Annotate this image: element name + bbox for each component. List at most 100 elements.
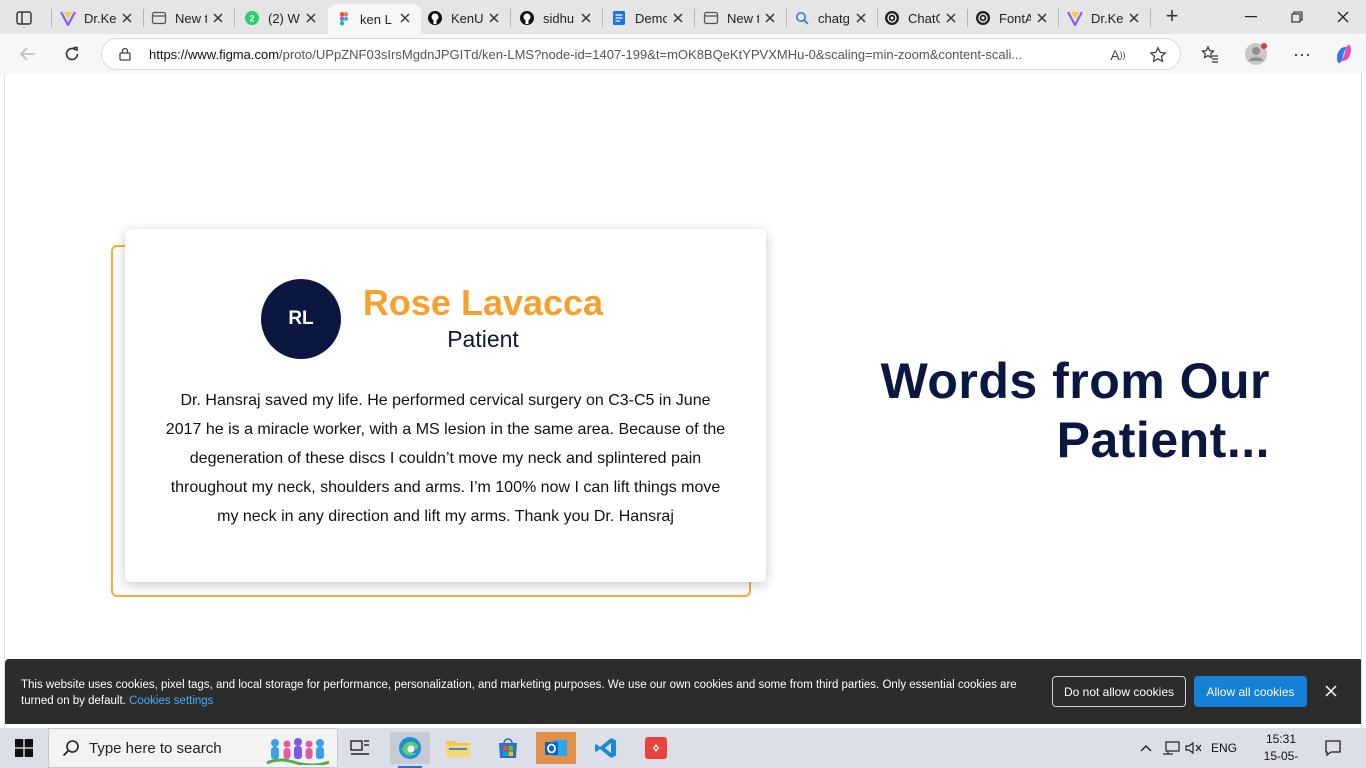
browser-tab[interactable]: sidhu [511, 4, 602, 32]
cookie-settings-link[interactable]: Cookies settings [129, 695, 213, 707]
new-tab-icon [151, 10, 167, 26]
search-icon [794, 10, 810, 26]
patient-avatar: RL [261, 279, 341, 359]
allow-cookies-button[interactable]: Allow all cookies [1194, 676, 1307, 707]
tab-separator [234, 9, 235, 27]
tab-title: KenUs [451, 10, 483, 26]
deny-cookies-button[interactable]: Do not allow cookies [1052, 676, 1186, 707]
browser-tab[interactable]: Dr.Ken [52, 4, 143, 32]
search-highlight-image [265, 735, 331, 767]
more-options-icon[interactable]: ··· [1290, 42, 1314, 66]
edge-taskbar-icon[interactable] [390, 732, 430, 768]
openai-icon [975, 10, 991, 26]
lock-icon[interactable] [118, 47, 132, 61]
close-tab-icon[interactable] [1126, 10, 1142, 26]
search-placeholder: Type here to search [89, 739, 222, 757]
read-aloud-icon[interactable]: A)) [1108, 45, 1128, 65]
whatsapp-icon: 2 [244, 10, 260, 26]
close-tab-icon[interactable] [762, 10, 778, 26]
tab-title: New tab [727, 10, 759, 26]
section-heading-line-1: Words from Our [880, 353, 1270, 409]
tab-title: chatgpt [818, 10, 850, 26]
close-tab-icon[interactable] [397, 10, 413, 26]
url-host: https://www.figma.com [149, 47, 280, 62]
outlook-icon[interactable] [536, 732, 576, 764]
browser-tab[interactable]: KenUs [419, 4, 510, 32]
section-heading-line-2: Patient... [1056, 412, 1270, 468]
new-tab-button[interactable]: + [1160, 5, 1184, 29]
openai-icon [884, 10, 900, 26]
browser-tab[interactable]: Demo [603, 4, 694, 32]
browser-tab[interactable]: ChatGPT [876, 4, 967, 32]
system-clock[interactable]: 15:31 15-05-2025 [1252, 731, 1310, 768]
svg-text:2: 2 [249, 14, 254, 24]
close-tab-icon[interactable] [119, 10, 135, 26]
new-tab-icon [703, 10, 719, 26]
network-icon[interactable] [1160, 728, 1182, 768]
section-heading: Words from Our Patient... [765, 352, 1270, 470]
tab-title: New tab [175, 10, 207, 26]
tab-title: Dr.Ken [84, 10, 116, 26]
git-app-icon[interactable] [636, 732, 676, 764]
close-icon[interactable] [1321, 681, 1341, 701]
restore-button[interactable] [1274, 4, 1320, 30]
tab-actions-icon[interactable] [8, 6, 40, 30]
browser-tab[interactable]: 2 (2) WhatsApp [236, 4, 327, 32]
windows-taskbar: Type here to search ENG 15:31 15-05- [0, 728, 1366, 768]
tab-title: Dr.Ken [1091, 10, 1123, 26]
tab-title: (2) WhatsApp [268, 10, 300, 26]
patient-name: Rose Lavacca [362, 282, 604, 323]
windows-start-icon[interactable] [0, 728, 48, 768]
browser-toolbar: https://www.figma.com/proto/UPpZNF03sIrs… [0, 34, 1366, 74]
close-tab-icon[interactable] [943, 10, 959, 26]
browser-tab[interactable]: FontAwesome [967, 4, 1058, 32]
github-icon [519, 10, 535, 26]
close-tab-icon[interactable] [486, 10, 502, 26]
show-hidden-icons-icon[interactable] [1137, 728, 1155, 768]
volume-muted-icon[interactable] [1184, 728, 1204, 768]
close-tab-icon[interactable] [578, 10, 594, 26]
url-text[interactable]: https://www.figma.com/proto/UPpZNF03sIrs… [149, 47, 1099, 62]
minimize-button[interactable] [1228, 4, 1274, 30]
page-viewport: RL Rose Lavacca Patient Dr. Hansraj save… [4, 74, 1362, 728]
copilot-icon[interactable] [1332, 42, 1356, 66]
tab-title: FontAwesome [999, 10, 1031, 26]
refresh-button[interactable] [58, 40, 86, 68]
tab-separator [1150, 9, 1151, 27]
browser-tab[interactable]: chatgpt [786, 4, 877, 32]
vscode-icon[interactable] [586, 732, 626, 764]
tab-title: Demo [635, 10, 667, 26]
back-button[interactable] [14, 40, 42, 68]
file-explorer-icon[interactable] [438, 732, 478, 764]
browser-tab[interactable]: New tab [695, 4, 786, 32]
language-indicator[interactable]: ENG [1208, 728, 1240, 768]
close-tab-icon[interactable] [1034, 10, 1050, 26]
profile-avatar-icon[interactable] [1244, 42, 1268, 66]
address-bar[interactable]: https://www.figma.com/proto/UPpZNF03sIrs… [101, 38, 1181, 70]
favorites-icon[interactable] [1198, 42, 1222, 66]
tab-title: sidhu [543, 10, 575, 26]
browser-tab[interactable]: New tab [143, 4, 234, 32]
tab-title: ken LMS [360, 11, 392, 27]
browser-tab[interactable]: ken LMS [328, 4, 421, 34]
browser-tab-strip: Dr.Ken New tab 2 (2) WhatsApp ken LMS KenUs si… [0, 0, 1366, 34]
close-tab-icon[interactable] [303, 10, 319, 26]
close-window-button[interactable] [1320, 4, 1366, 30]
testimonial-quote: Dr. Hansraj saved my life. He performed … [165, 392, 726, 525]
search-icon [61, 738, 81, 758]
testimonial-card: RL Rose Lavacca Patient Dr. Hansraj save… [125, 229, 766, 582]
vite-icon [60, 10, 76, 26]
favorite-star-icon[interactable] [1148, 45, 1168, 65]
close-tab-icon[interactable] [210, 10, 226, 26]
browser-tab[interactable]: Dr.Ken [1059, 4, 1150, 32]
clock-date: 15-05-2025 [1263, 749, 1299, 768]
cookie-banner: This website uses cookies, pixel tags, a… [5, 659, 1361, 724]
microsoft-store-icon[interactable] [488, 732, 528, 764]
notifications-icon[interactable] [1320, 728, 1346, 768]
close-tab-icon[interactable] [670, 10, 686, 26]
tab-title: ChatGPT [908, 10, 940, 26]
close-tab-icon[interactable] [853, 10, 869, 26]
task-view-icon[interactable] [340, 732, 380, 764]
taskbar-search-box[interactable]: Type here to search [48, 728, 338, 768]
docs-icon [611, 10, 627, 26]
